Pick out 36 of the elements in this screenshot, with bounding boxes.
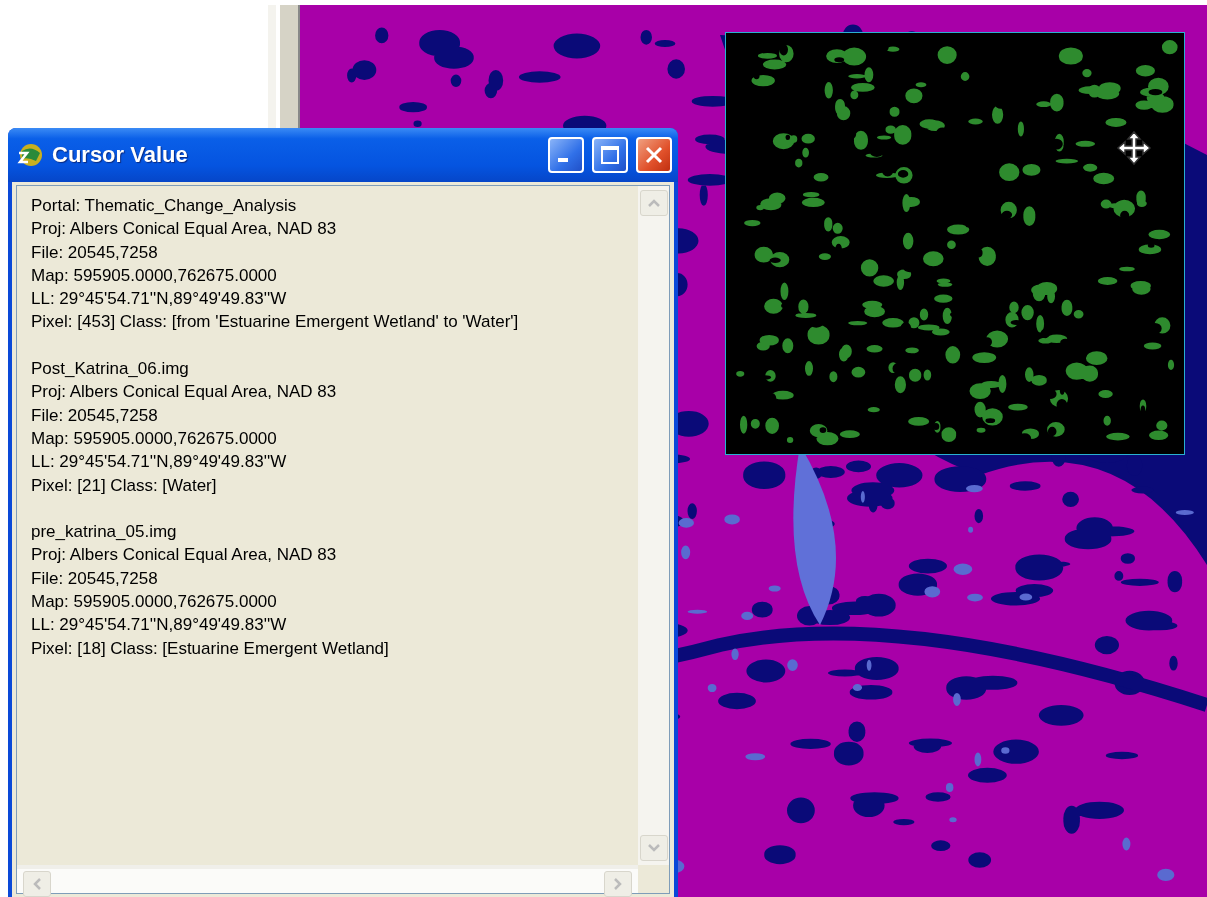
text-line: pre_katrina_05.img <box>31 521 178 544</box>
move-cursor-icon <box>1116 130 1152 166</box>
maximize-button[interactable] <box>592 137 628 173</box>
text-line: Portal: Thematic_Change_Analysis <box>31 195 298 217</box>
text-line: Proj: Albers Conical Equal Area, NAD 83 <box>31 381 338 404</box>
close-icon <box>644 145 664 165</box>
scroll-up-button[interactable] <box>640 190 668 216</box>
text-line: Pixel: [21] Class: [Water] <box>31 474 218 497</box>
text-line: LL: 29°45'54.71''N,89°49'49.83''W <box>31 614 288 637</box>
chevron-down-icon <box>647 843 661 853</box>
text-line: File: 20545,7258 <box>31 567 159 590</box>
text-line: Pixel: [18] Class: [Estuarine Emergent Wetland] <box>31 637 390 660</box>
chevron-right-icon <box>613 877 623 891</box>
scroll-left-button[interactable] <box>23 871 51 897</box>
chevron-left-icon <box>32 877 42 891</box>
text-line: Pixel: [453] Class: [from 'Estuarine Emergent Wetland' to 'Water'] <box>31 311 520 334</box>
maximize-icon <box>600 145 620 165</box>
scroll-right-button[interactable] <box>604 871 632 897</box>
text-line: Map: 595905.0000,762675.0000 <box>31 427 278 450</box>
text-line: Map: 595905.0000,762675.0000 <box>31 264 278 287</box>
text-line: File: 20545,7258 <box>31 404 159 427</box>
app-logo-icon <box>16 141 44 169</box>
text-line: Proj: Albers Conical Equal Area, NAD 83 <box>31 218 338 241</box>
minimize-icon <box>558 158 568 162</box>
text-line: Map: 595905.0000,762675.0000 <box>31 591 278 614</box>
text-line: LL: 29°45'54.71''N,89°49'49.83''W <box>31 451 288 474</box>
close-button[interactable] <box>636 137 672 173</box>
minimize-button[interactable] <box>548 137 584 173</box>
text-line: LL: 29°45'54.71''N,89°49'49.83''W <box>31 288 288 311</box>
vertical-scrollbar[interactable] <box>638 186 669 865</box>
window-title: Cursor Value <box>52 142 189 168</box>
chevron-up-icon <box>647 198 661 208</box>
text-line: Proj: Albers Conical Equal Area, NAD 83 <box>31 544 338 567</box>
scroll-down-button[interactable] <box>640 835 668 861</box>
text-line: Post_Katrina_06.img <box>31 358 190 381</box>
text-line: File: 20545,7258 <box>31 241 159 264</box>
